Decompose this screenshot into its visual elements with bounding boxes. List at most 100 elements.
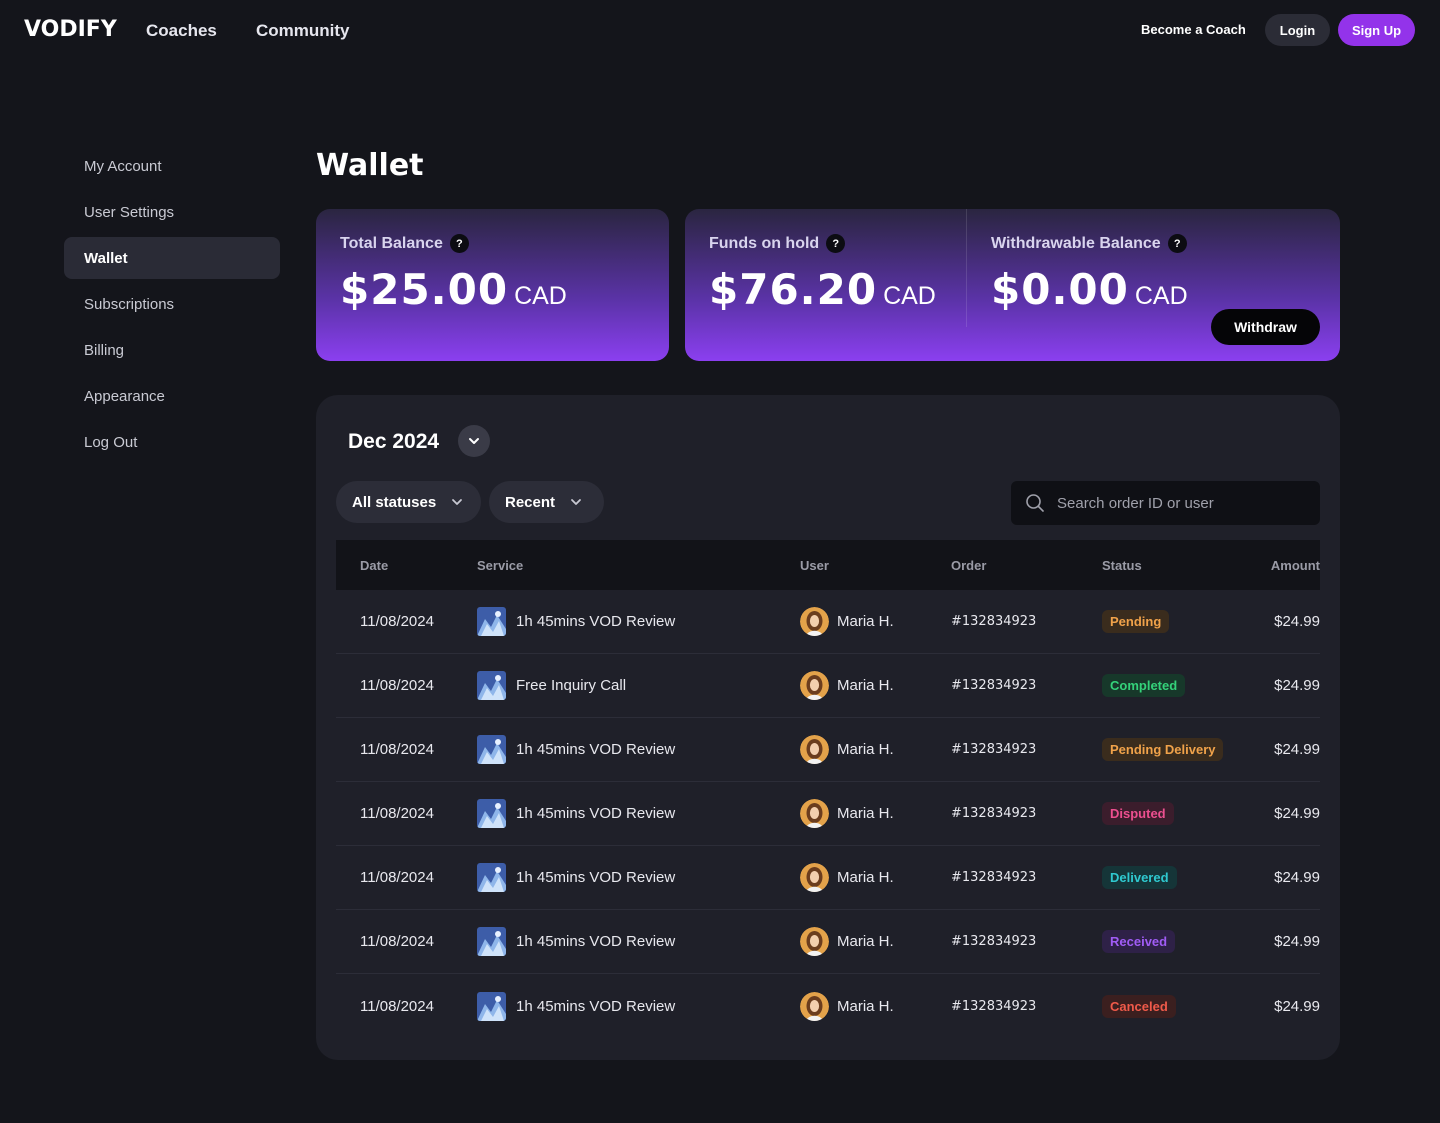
- withdrawable-balance-value: $0.00 CAD: [991, 265, 1188, 314]
- help-icon[interactable]: ?: [449, 234, 469, 253]
- row-service: 1h 45mins VOD Review: [477, 927, 800, 956]
- status-badge: Pending: [1102, 610, 1170, 633]
- column-header-order[interactable]: Order: [951, 558, 1102, 573]
- column-header-service[interactable]: Service: [477, 558, 800, 573]
- signup-button[interactable]: Sign Up: [1338, 14, 1415, 46]
- service-thumbnail-icon: [477, 863, 506, 892]
- column-header-status[interactable]: Status: [1102, 558, 1253, 573]
- user-avatar: [800, 799, 829, 828]
- row-order-id[interactable]: #132834923: [951, 999, 1102, 1014]
- service-thumbnail-icon: [477, 991, 506, 1021]
- sidebar-item-my-account[interactable]: My Account: [64, 145, 280, 187]
- row-service-name[interactable]: 1h 45mins VOD Review: [516, 998, 675, 1015]
- row-order-id[interactable]: #132834923: [951, 678, 1102, 693]
- column-header-date[interactable]: Date: [336, 558, 477, 573]
- row-order-id[interactable]: #132834923: [951, 870, 1102, 885]
- sidebar-item-billing[interactable]: Billing: [64, 329, 280, 371]
- table-row[interactable]: 11/08/2024 1h 45mins VOD Review Maria H.…: [336, 910, 1320, 974]
- row-service-name[interactable]: 1h 45mins VOD Review: [516, 613, 675, 630]
- sidebar-item-user-settings[interactable]: User Settings: [64, 191, 280, 233]
- sidebar-item-log-out[interactable]: Log Out: [64, 421, 280, 463]
- user-avatar: [800, 863, 829, 892]
- nav-link-coaches[interactable]: Coaches: [146, 21, 217, 41]
- row-order-id[interactable]: #132834923: [951, 934, 1102, 949]
- user-avatar: [800, 927, 829, 956]
- status-filter-label: All statuses: [352, 493, 437, 511]
- status-filter-dropdown[interactable]: All statuses: [336, 481, 481, 523]
- row-amount: $24.99: [1274, 997, 1320, 1015]
- month-title: Dec 2024: [348, 430, 440, 453]
- column-header-user[interactable]: User: [800, 558, 951, 573]
- chevron-down-icon: [469, 438, 479, 444]
- row-user-name[interactable]: Maria H.: [837, 998, 894, 1015]
- row-order-id[interactable]: #132834923: [951, 614, 1102, 629]
- row-service-name[interactable]: 1h 45mins VOD Review: [516, 933, 675, 950]
- vodify-logo[interactable]: VODIFY: [24, 17, 117, 42]
- row-user-name[interactable]: Maria H.: [837, 613, 894, 630]
- row-date: 11/08/2024: [360, 741, 434, 758]
- row-amount: $24.99: [1274, 741, 1320, 758]
- user-avatar: [800, 735, 829, 764]
- row-service-name[interactable]: 1h 45mins VOD Review: [516, 741, 675, 758]
- row-service-name[interactable]: 1h 45mins VOD Review: [516, 805, 675, 822]
- row-service-name[interactable]: Free Inquiry Call: [516, 677, 626, 694]
- month-dropdown-toggle[interactable]: [458, 425, 490, 457]
- sidebar-item-subscriptions[interactable]: Subscriptions: [64, 283, 280, 325]
- help-icon[interactable]: ?: [826, 234, 846, 253]
- page-title: Wallet: [316, 148, 424, 183]
- status-badge: Canceled: [1102, 994, 1176, 1018]
- status-badge: Received: [1102, 930, 1176, 953]
- table-row[interactable]: 11/08/2024 1h 45mins VOD Review Maria H.…: [336, 718, 1320, 782]
- row-date: 11/08/2024: [360, 933, 434, 950]
- total-balance-value: $25.00 CAD: [340, 265, 567, 314]
- column-header-amount[interactable]: Amount: [1253, 558, 1320, 573]
- service-thumbnail-icon: [477, 799, 506, 828]
- table-row[interactable]: 11/08/2024 Free Inquiry Call Maria H. #1…: [336, 654, 1320, 718]
- row-order-id[interactable]: #132834923: [951, 742, 1102, 757]
- row-date: 11/08/2024: [360, 869, 434, 886]
- account-sidebar: My Account User Settings Wallet Subscrip…: [64, 145, 280, 467]
- table-body: 11/08/2024 1h 45mins VOD Review Maria H.…: [336, 590, 1320, 1038]
- row-order-id[interactable]: #132834923: [951, 806, 1102, 821]
- withdraw-button[interactable]: Withdraw: [1211, 309, 1320, 345]
- service-thumbnail-icon: [477, 671, 506, 700]
- row-date: 11/08/2024: [360, 677, 434, 694]
- login-button[interactable]: Login: [1265, 14, 1330, 46]
- row-service: 1h 45mins VOD Review: [477, 799, 800, 828]
- become-coach-link[interactable]: Become a Coach: [1141, 22, 1246, 37]
- row-user-name[interactable]: Maria H.: [837, 741, 894, 758]
- total-balance-currency: CAD: [514, 282, 567, 310]
- transactions-table: Date Service User Order Status Amount 11…: [336, 540, 1320, 1038]
- row-amount: $24.99: [1274, 933, 1320, 950]
- funds-card: Funds on hold ? $76.20 CAD Withdrawable …: [685, 209, 1340, 361]
- help-icon[interactable]: ?: [1167, 234, 1187, 253]
- row-service: 1h 45mins VOD Review: [477, 991, 800, 1021]
- nav-link-community[interactable]: Community: [256, 21, 350, 41]
- row-status: Pending: [1102, 610, 1253, 633]
- row-amount: $24.99: [1274, 805, 1320, 822]
- sidebar-item-appearance[interactable]: Appearance: [64, 375, 280, 417]
- row-user: Maria H.: [800, 735, 951, 764]
- row-status: Disputed: [1102, 802, 1253, 825]
- row-user-name[interactable]: Maria H.: [837, 677, 894, 694]
- search-input[interactable]: [1057, 494, 1307, 512]
- row-user-name[interactable]: Maria H.: [837, 869, 894, 886]
- table-row[interactable]: 11/08/2024 1h 45mins VOD Review Maria H.…: [336, 846, 1320, 910]
- funds-on-hold-value: $76.20 CAD: [709, 265, 936, 314]
- chevron-down-icon: [452, 499, 463, 505]
- sort-dropdown[interactable]: Recent: [489, 481, 604, 523]
- row-user-name[interactable]: Maria H.: [837, 933, 894, 950]
- withdrawable-label-row: Withdrawable Balance ?: [991, 234, 1187, 253]
- row-service-name[interactable]: 1h 45mins VOD Review: [516, 869, 675, 886]
- funds-on-hold-label: Funds on hold: [709, 234, 820, 252]
- service-thumbnail-icon: [477, 607, 506, 636]
- table-row[interactable]: 11/08/2024 1h 45mins VOD Review Maria H.…: [336, 590, 1320, 654]
- table-row[interactable]: 11/08/2024 1h 45mins VOD Review Maria H.…: [336, 974, 1320, 1038]
- table-row[interactable]: 11/08/2024 1h 45mins VOD Review Maria H.…: [336, 782, 1320, 846]
- row-date: 11/08/2024: [360, 997, 434, 1015]
- top-navigation-bar: VODIFY Coaches Community Become a Coach …: [0, 0, 1440, 62]
- status-badge: Pending Delivery: [1102, 738, 1224, 761]
- sidebar-item-wallet[interactable]: Wallet: [64, 237, 280, 279]
- row-user-name[interactable]: Maria H.: [837, 805, 894, 822]
- row-user: Maria H.: [800, 799, 951, 828]
